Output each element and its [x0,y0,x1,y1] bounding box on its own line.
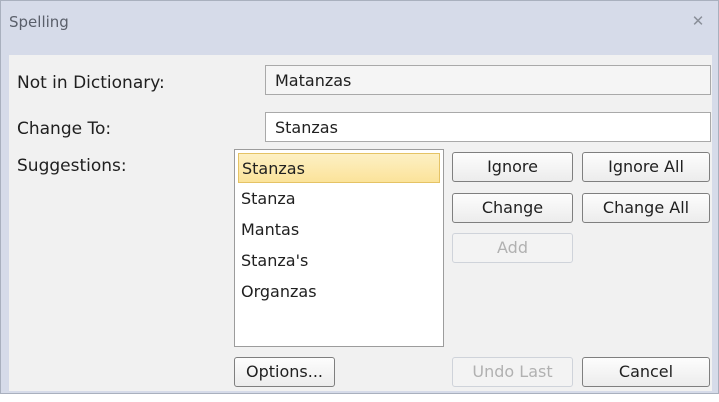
ignore-all-button[interactable]: Ignore All [582,152,710,182]
undo-last-button[interactable]: Undo Last [452,357,573,387]
change-button[interactable]: Change [452,193,573,223]
options-button[interactable]: Options... [234,357,335,387]
spelling-dialog: Spelling ✕ Not in Dictionary: Change To:… [0,0,719,394]
cancel-button[interactable]: Cancel [582,357,710,387]
change-to-label: Change To: [17,119,112,139]
suggestions-label: Suggestions: [17,156,127,176]
ignore-button[interactable]: Ignore [452,152,573,182]
not-in-dictionary-label: Not in Dictionary: [17,73,165,93]
add-button[interactable]: Add [452,233,573,263]
dialog-content: Not in Dictionary: Change To: Suggestion… [9,55,712,391]
change-to-field[interactable] [265,112,711,142]
dialog-title: Spelling [9,13,69,31]
suggestion-item-stanza[interactable]: Stanza [238,184,440,214]
suggestion-item-stanzas-possessive[interactable]: Stanza's [238,246,440,276]
suggestion-item-organzas[interactable]: Organzas [238,277,440,307]
suggestion-item-stanzas[interactable]: Stanzas [238,153,440,183]
suggestions-list[interactable]: Stanzas Stanza Mantas Stanza's Organzas [234,149,444,347]
not-in-dictionary-field[interactable] [265,65,711,95]
change-all-button[interactable]: Change All [582,193,710,223]
close-icon[interactable]: ✕ [689,13,707,29]
suggestion-item-mantas[interactable]: Mantas [238,215,440,245]
title-bar[interactable]: Spelling ✕ [1,1,718,45]
